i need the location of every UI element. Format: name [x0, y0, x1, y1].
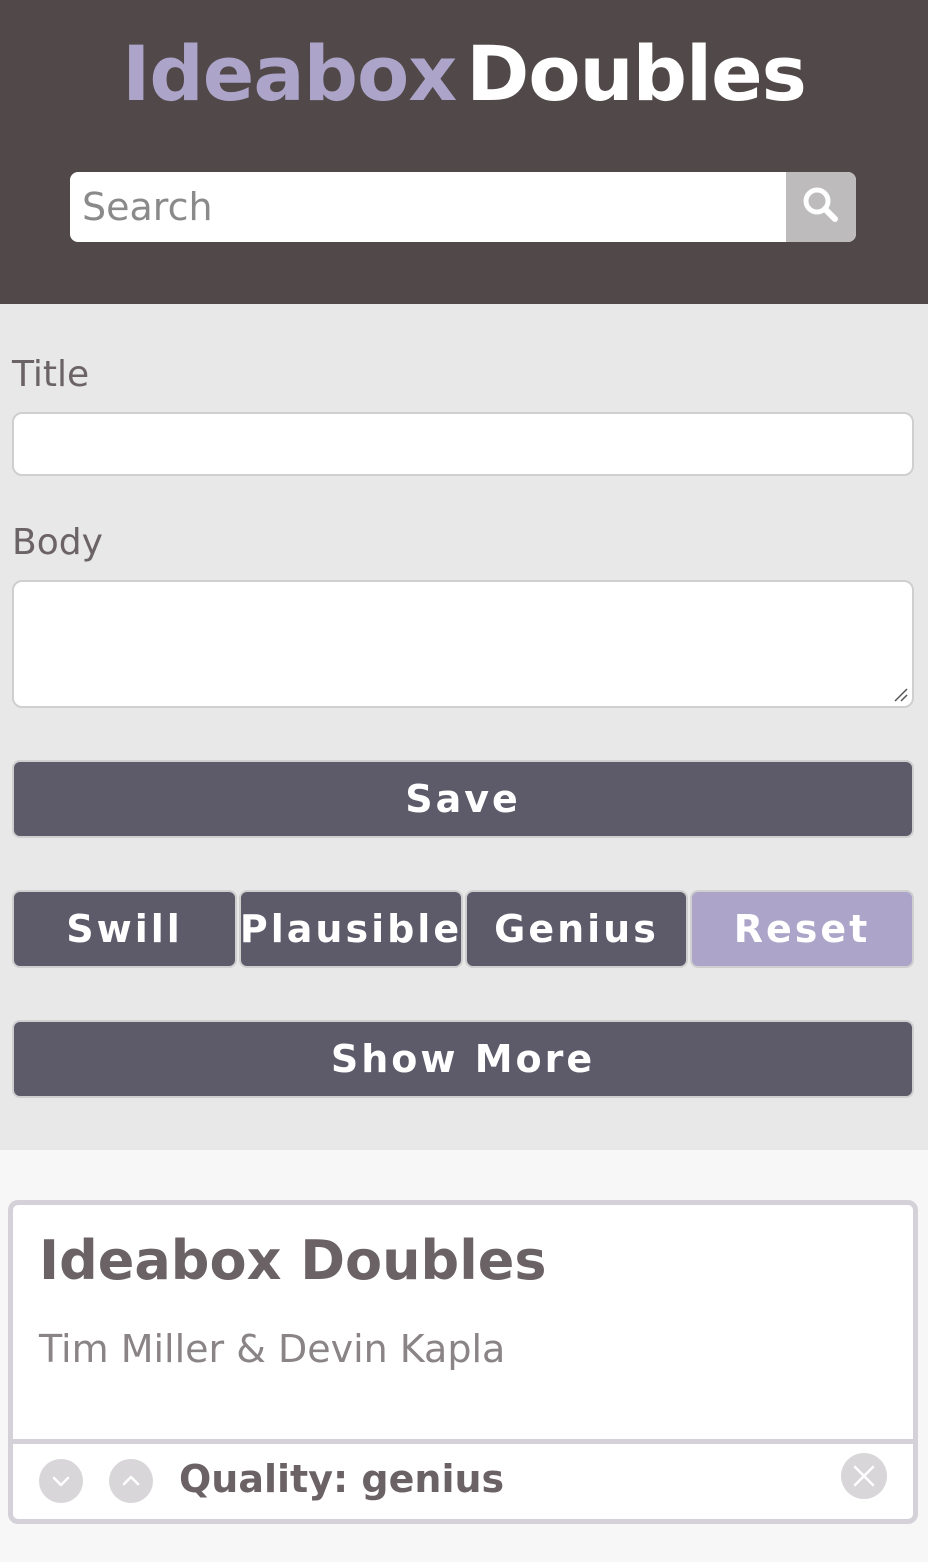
save-button[interactable]: Save — [12, 760, 914, 838]
delete-button[interactable] — [841, 1453, 887, 1499]
title-input[interactable] — [12, 412, 914, 476]
idea-card: Ideabox Doubles Tim Miller & Devin Kapla… — [8, 1200, 918, 1524]
filter-plausible-button[interactable]: Plausible — [239, 890, 463, 968]
app-header: Ideabox Doubles — [0, 0, 928, 304]
chevron-down-icon — [52, 1476, 70, 1487]
reset-button[interactable]: Reset — [690, 890, 914, 968]
body-label: Body — [12, 522, 103, 563]
show-more-button[interactable]: Show More — [12, 1020, 914, 1098]
downvote-button[interactable] — [39, 1459, 83, 1503]
search-input[interactable] — [70, 172, 786, 242]
filter-genius-button[interactable]: Genius — [465, 890, 688, 968]
close-icon — [853, 1465, 875, 1487]
card-divider — [13, 1439, 913, 1444]
upvote-button[interactable] — [109, 1459, 153, 1503]
quality-label: Quality: genius — [179, 1457, 505, 1501]
body-textarea[interactable] — [12, 580, 914, 708]
chevron-up-icon — [122, 1475, 140, 1486]
resize-grip-icon[interactable] — [892, 686, 908, 702]
search-button[interactable] — [786, 172, 856, 242]
title-label: Title — [12, 354, 90, 395]
brand-part2: Doubles — [466, 29, 807, 118]
search-icon — [801, 185, 841, 229]
idea-title[interactable]: Ideabox Doubles — [39, 1229, 547, 1292]
app-title: Ideabox Doubles — [0, 24, 928, 124]
filter-swill-button[interactable]: Swill — [12, 890, 237, 968]
search-bar — [70, 172, 856, 242]
brand-part1: Ideabox — [122, 29, 457, 118]
idea-form: Title Body Save Swill Plausible Genius R… — [0, 304, 928, 1150]
idea-body[interactable]: Tim Miller & Devin Kapla — [39, 1327, 505, 1371]
